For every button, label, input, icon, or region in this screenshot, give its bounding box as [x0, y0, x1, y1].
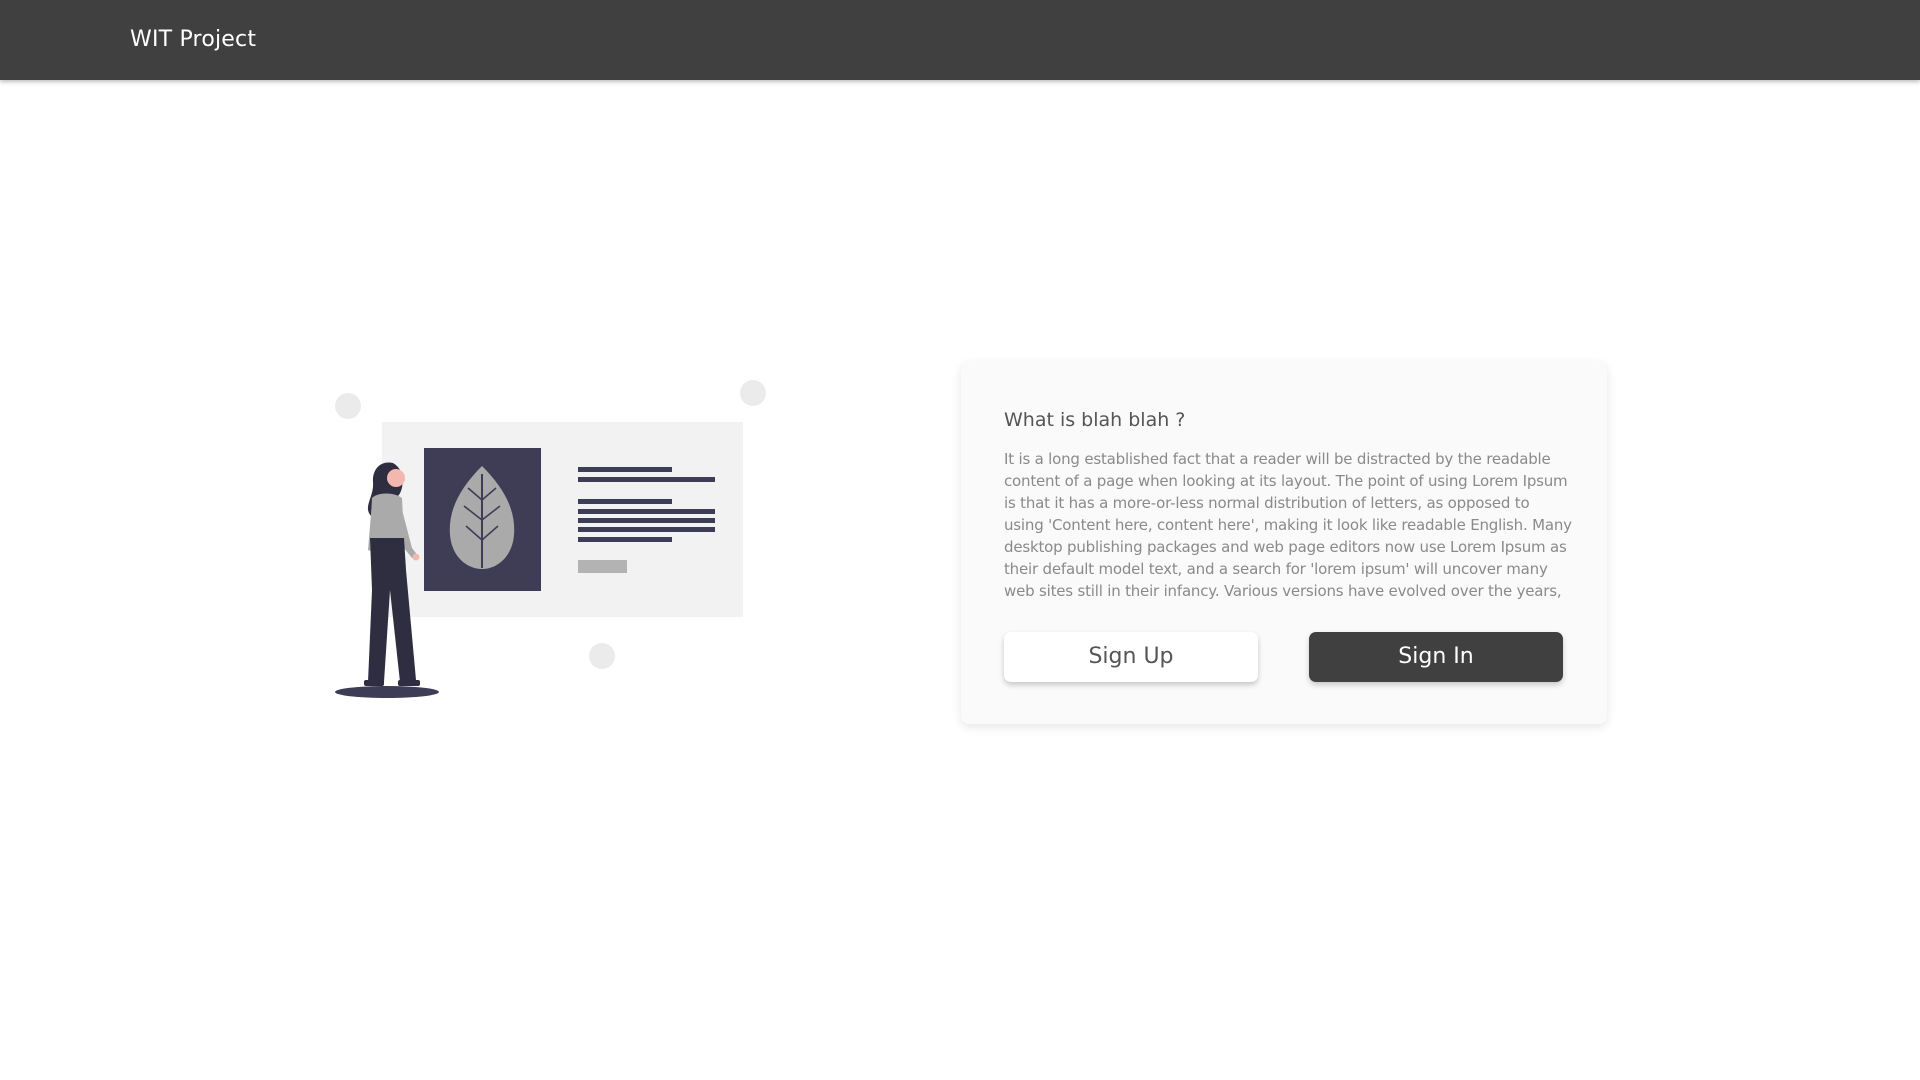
sign-up-button[interactable]: Sign Up — [1004, 632, 1258, 682]
decor-circle-icon — [589, 643, 615, 669]
woman-presenting-illustration — [335, 380, 766, 698]
info-card: What is blah blah ? It is a long establi… — [961, 362, 1607, 724]
top-navbar: WIT Project — [0, 0, 1920, 80]
decor-circle-icon — [335, 393, 361, 419]
sign-in-button[interactable]: Sign In — [1309, 632, 1563, 682]
decor-circle-icon — [740, 380, 766, 406]
card-title: What is blah blah ? — [1004, 409, 1186, 431]
card-description: It is a long established fact that a rea… — [1004, 450, 1572, 600]
hero-illustration — [320, 370, 800, 710]
brand-title[interactable]: WIT Project — [130, 24, 256, 56]
